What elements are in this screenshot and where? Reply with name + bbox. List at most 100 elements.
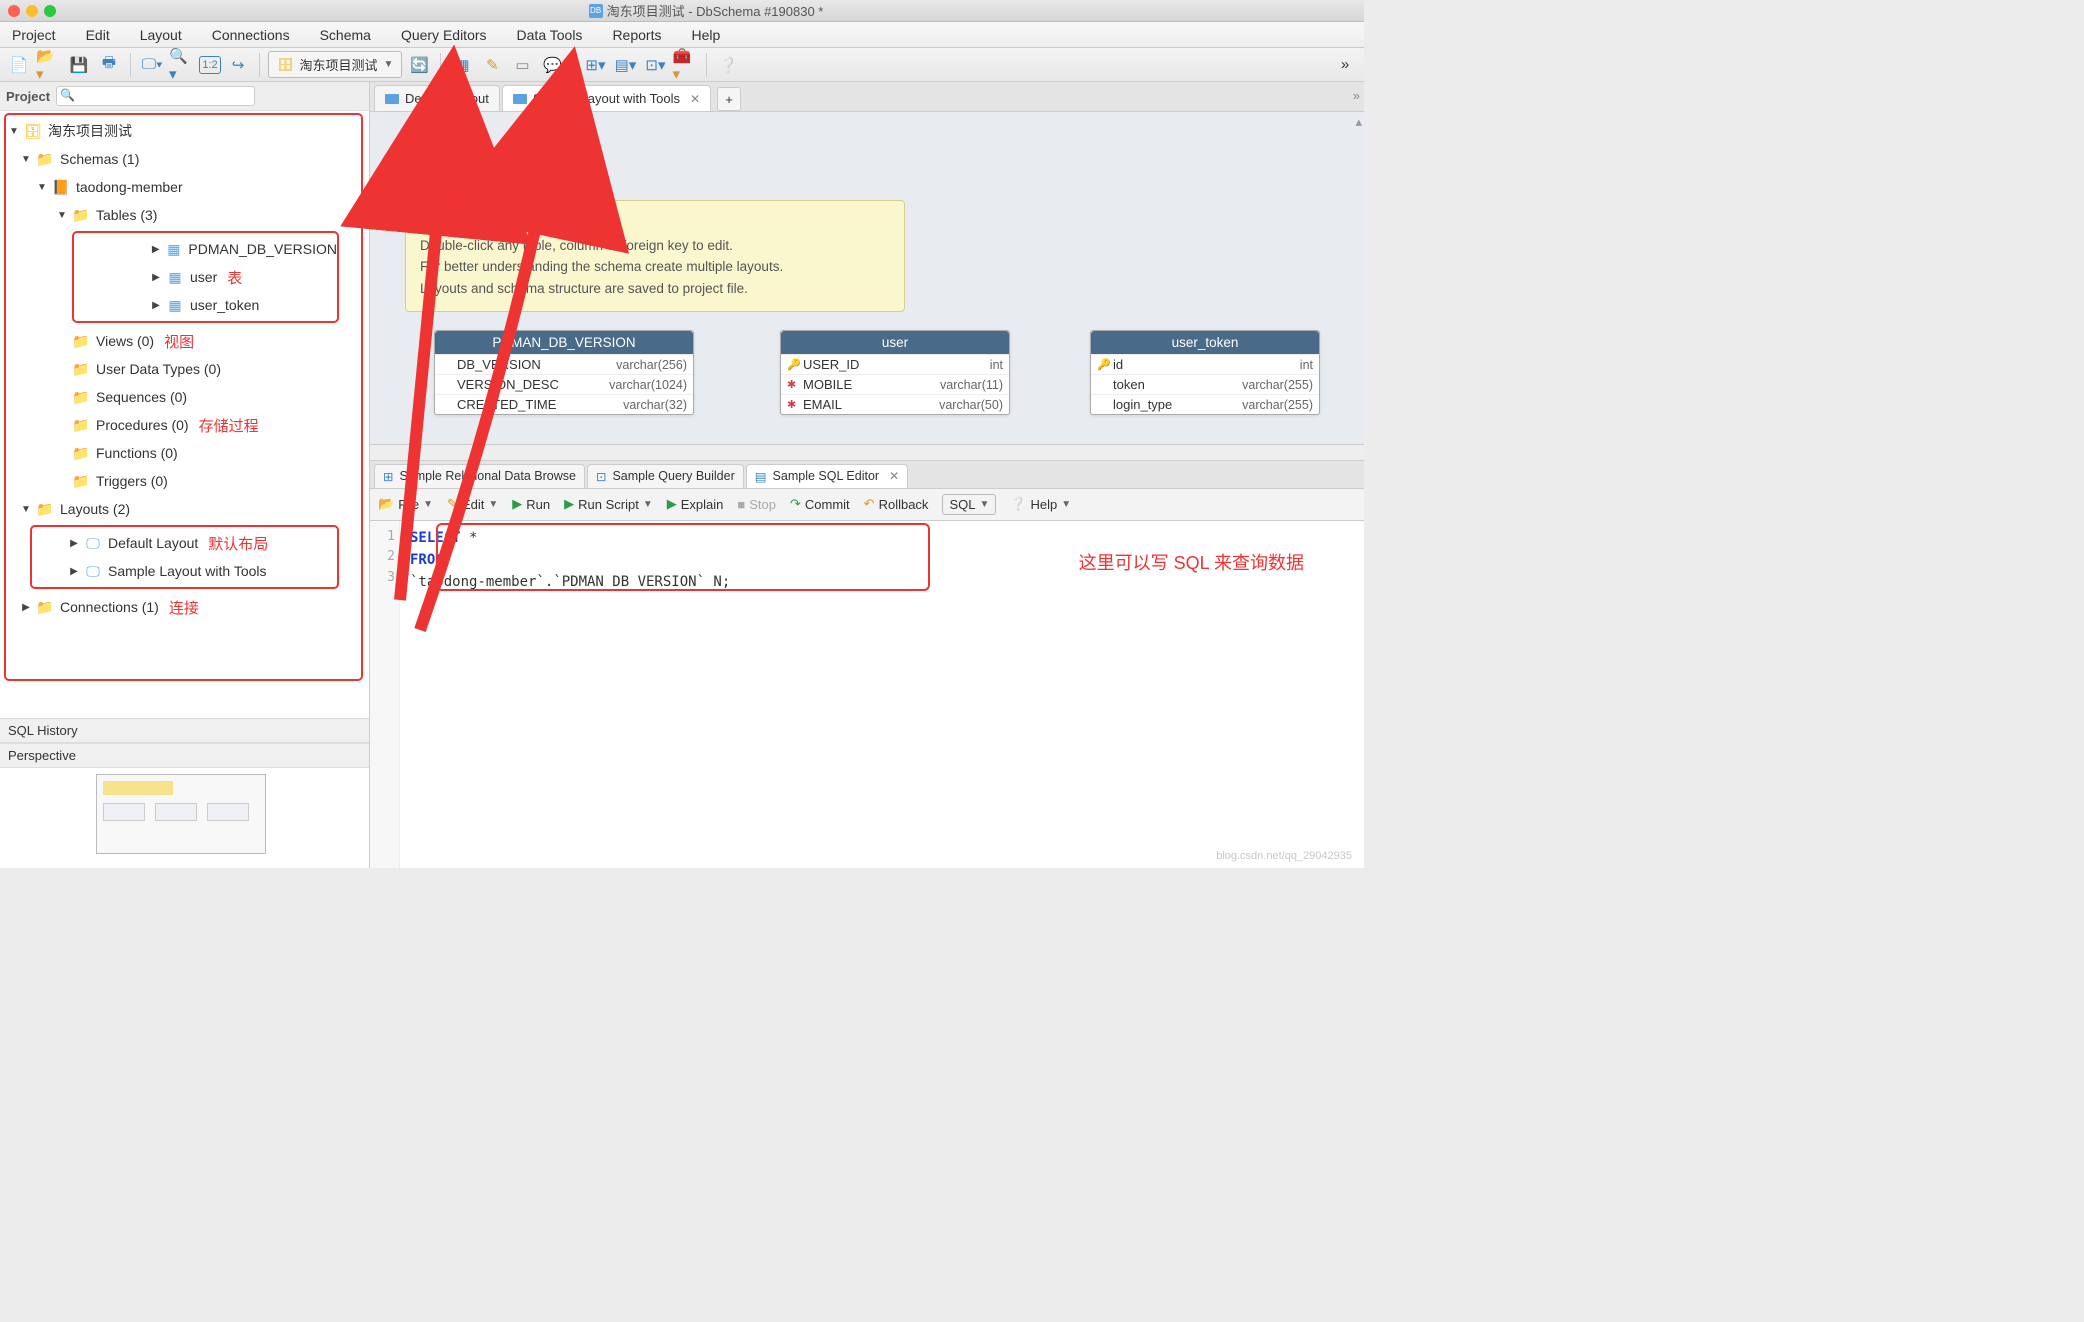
menu-connections[interactable]: Connections (212, 27, 290, 43)
anno-layout: 默认布局 (208, 533, 268, 554)
zoom-icon[interactable]: 🔍▾ (169, 52, 195, 78)
tree-trig[interactable]: ▶📁 Triggers (0) (0, 467, 369, 495)
close-icon[interactable]: ✕ (690, 92, 700, 106)
anno-views: 视图 (164, 331, 194, 352)
sidebar-title: Project (6, 89, 50, 104)
sidebar: Project 🔍 ▼🗄 淘东项目测试 ▼📁 Schemas (1) ▼ (0, 82, 370, 868)
overflow-icon[interactable]: » (1332, 52, 1358, 78)
comment-icon[interactable]: 💬 (539, 52, 565, 78)
bottom-tabs: ⊞ Sample Relational Data Browse ⊡ Sample… (370, 461, 1364, 489)
sql-file-menu[interactable]: 📂File▼ (378, 496, 433, 512)
minimize-window-button[interactable] (26, 5, 38, 17)
tab-data-browse[interactable]: ⊞ Sample Relational Data Browse (374, 464, 585, 488)
query-builder-icon[interactable]: ⊡▾ (642, 52, 668, 78)
tree-table-pdman[interactable]: ▶▦ PDMAN_DB_VERSION (74, 235, 337, 263)
perspective-minimap[interactable] (0, 768, 369, 868)
anno-tables: 表 (227, 267, 242, 288)
data-browse-icon[interactable]: ⊞▾ (582, 52, 608, 78)
note-icon[interactable]: ▭ (509, 52, 535, 78)
tree-layouts[interactable]: ▼📁 Layouts (2) (0, 495, 369, 523)
tree-schema-taodong[interactable]: ▼📙 taodong-member (0, 173, 369, 201)
sql-run-button[interactable]: ▶Run (512, 496, 550, 512)
help-icon[interactable]: ❔ (715, 52, 741, 78)
titlebar: DB 淘东项目测试 - DbSchema #190830 * (0, 0, 1364, 22)
sql-help-menu[interactable]: ❔Help▼ (1010, 496, 1071, 512)
window-title: DB 淘东项目测试 - DbSchema #190830 * (56, 1, 1356, 20)
table-usertoken[interactable]: user_token 🔑idint tokenvarchar(255) logi… (1090, 330, 1320, 415)
print-icon[interactable]: 🖶 (96, 52, 122, 78)
tree-udt[interactable]: ▶📁 User Data Types (0) (0, 355, 369, 383)
save-icon[interactable]: 💾 (66, 52, 92, 78)
tools-icon[interactable]: 🧰▾ (672, 52, 698, 78)
monitor-icon[interactable]: 🖵▾ (139, 52, 165, 78)
tab-query-builder[interactable]: ⊡ Sample Query Builder (587, 464, 744, 488)
open-icon[interactable]: 📂▾ (36, 52, 62, 78)
sql-commit-button[interactable]: ↷Commit (790, 496, 850, 512)
sql-edit-menu[interactable]: ✎Edit▼ (447, 496, 498, 512)
sql-stop-button[interactable]: ■Stop (737, 497, 776, 512)
sql-mode-selector[interactable]: SQL▼ (942, 494, 996, 515)
sql-history-section[interactable]: SQL History (0, 718, 369, 743)
tree-seq[interactable]: ▶📁 Sequences (0) (0, 383, 369, 411)
menu-reports[interactable]: Reports (612, 27, 661, 43)
table-header: PDMAN_DB_VERSION (435, 331, 693, 354)
menu-edit[interactable]: Edit (86, 27, 110, 43)
perspective-section[interactable]: Perspective (0, 743, 369, 768)
edit-pencil-icon[interactable]: ✎ (479, 52, 505, 78)
tree-table-usertoken[interactable]: ▶▦ user_token (74, 291, 337, 319)
sql-rollback-button[interactable]: ↶Rollback (864, 496, 929, 512)
project-tree: ▼🗄 淘东项目测试 ▼📁 Schemas (1) ▼📙 taodong-memb… (0, 111, 369, 718)
tree-connections[interactable]: ▶📁 Connections (1) 连接 (0, 593, 369, 621)
layout-tabs: Default Layout Sample Layout with Tools … (370, 82, 1364, 112)
add-layout-button[interactable]: + (717, 87, 741, 111)
menu-data-tools[interactable]: Data Tools (517, 27, 583, 43)
layout-icon (385, 94, 399, 104)
menu-schema[interactable]: Schema (320, 27, 371, 43)
table-user[interactable]: user 🔑USER_IDint ✱MOBILEvarchar(11) ✱EMA… (780, 330, 1010, 415)
close-window-button[interactable] (8, 5, 20, 17)
tab-sample-layout[interactable]: Sample Layout with Tools ✕ (502, 85, 711, 111)
menu-layout[interactable]: Layout (140, 27, 182, 43)
menubar: Project Edit Layout Connections Schema Q… (0, 22, 1364, 48)
tree-layout-sample[interactable]: ▶🖵 Sample Layout with Tools (32, 557, 337, 585)
table-header: user_token (1091, 331, 1319, 354)
tree-proc[interactable]: ▶📁 Procedures (0) 存储过程 (0, 411, 369, 439)
tree-layout-default[interactable]: ▶🖵 Default Layout 默认布局 (32, 529, 337, 557)
tree-schemas[interactable]: ▼📁 Schemas (1) (0, 145, 369, 173)
maximize-window-button[interactable] (44, 5, 56, 17)
tab-default-layout[interactable]: Default Layout (374, 85, 500, 111)
hint-callout: This is a simple layout with tools. Doub… (405, 200, 905, 312)
sql-editor-icon[interactable]: ▤▾ (612, 52, 638, 78)
sql-explain-button[interactable]: ▶Explain (667, 496, 724, 512)
tab-sql-editor[interactable]: ▤ Sample SQL Editor ✕ (746, 464, 908, 488)
close-icon[interactable]: ✕ (889, 469, 899, 483)
anno-sql: 这里可以写 SQL 来查询数据 (1079, 549, 1304, 575)
toolbar: 📄 📂▾ 💾 🖶 🖵▾ 🔍▾ 1:2 ↪ 🗄 淘东项目测试 ▼ 🔄 ▦ ✎ ▭ … (0, 48, 1364, 82)
tree-root[interactable]: ▼🗄 淘东项目测试 (0, 117, 369, 145)
grid-size-icon[interactable]: 1:2 (199, 56, 221, 74)
menu-help[interactable]: Help (691, 27, 720, 43)
tree-func[interactable]: ▶📁 Functions (0) (0, 439, 369, 467)
menu-query-editors[interactable]: Query Editors (401, 27, 487, 43)
sync-icon[interactable]: ↪ (225, 52, 251, 78)
table-header: user (781, 331, 1009, 354)
chevron-up-icon[interactable]: ▴ (1355, 114, 1362, 130)
menu-project[interactable]: Project (12, 27, 56, 43)
search-icon: 🔍 (60, 88, 75, 102)
sql-editor[interactable]: 123 SELECT * FROM `taodong-member`.`PDMA… (370, 521, 1364, 869)
tree-table-user[interactable]: ▶▦ user 表 (74, 263, 337, 291)
overflow-icon[interactable]: » (1353, 88, 1360, 103)
project-selector[interactable]: 🗄 淘东项目测试 ▼ (268, 51, 402, 78)
tree-views[interactable]: ▶📁 Views (0) 视图 (0, 327, 369, 355)
layout-icon (513, 94, 527, 104)
sql-runscript-button[interactable]: ▶Run Script▼ (564, 496, 653, 512)
grid-icon: ⊞ (383, 469, 393, 484)
line-gutter: 123 (370, 521, 400, 869)
table-new-icon[interactable]: ▦ (449, 52, 475, 78)
tree-tables[interactable]: ▼📁 Tables (3) (0, 201, 369, 229)
table-pdman[interactable]: PDMAN_DB_VERSION DB_VERSIONvarchar(256) … (434, 330, 694, 415)
project-search-input[interactable] (56, 86, 255, 106)
new-icon[interactable]: 📄 (6, 52, 32, 78)
diagram-canvas[interactable]: This is a simple layout with tools. Doub… (370, 112, 1364, 461)
refresh-icon[interactable]: 🔄 (406, 52, 432, 78)
